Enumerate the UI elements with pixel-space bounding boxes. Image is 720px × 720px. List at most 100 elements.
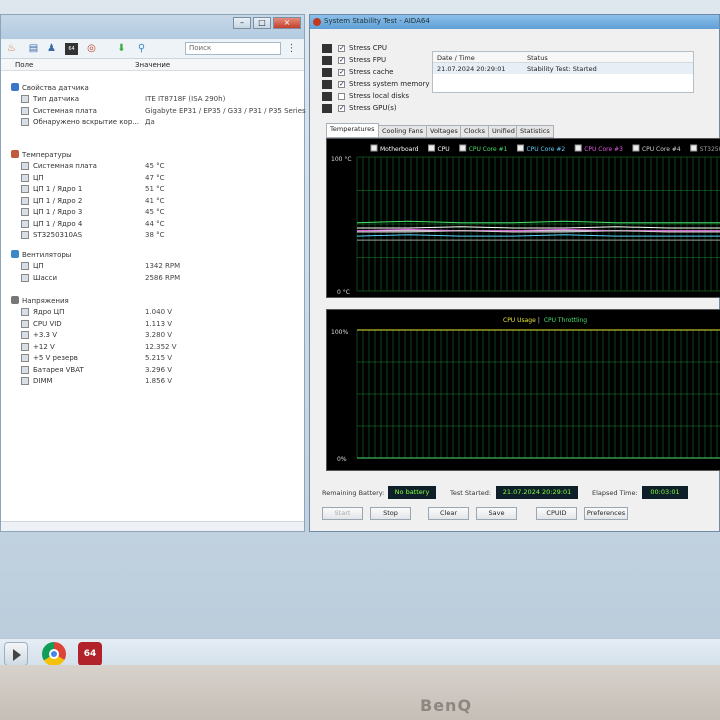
sensor-row[interactable]: ЦП 1 / Ядро 1 51 °C: [21, 184, 301, 195]
window-title: System Stability Test - AIDA64: [324, 17, 430, 25]
legend-checkbox[interactable]: [632, 144, 640, 152]
start-button[interactable]: Start: [322, 507, 363, 520]
sensor-icon: [21, 231, 29, 239]
stop-button[interactable]: Stop: [370, 507, 411, 520]
sensor-icon: [21, 95, 29, 103]
stress-option[interactable]: ✓ Stress GPU(s): [322, 103, 422, 115]
sensor-row[interactable]: +3.3 V 3.280 V: [21, 330, 301, 341]
search-icon[interactable]: ⚲: [135, 43, 148, 55]
report-icon[interactable]: ▤: [27, 43, 40, 55]
cpuid-button[interactable]: CPUID: [536, 507, 577, 520]
sensor-group[interactable]: Вентиляторы: [11, 250, 71, 259]
sensor-group[interactable]: Температуры: [11, 150, 72, 159]
refresh-icon[interactable]: ♨: [5, 43, 18, 55]
tab-voltages[interactable]: Voltages: [426, 125, 462, 138]
stress-checkbox[interactable]: ✓: [338, 69, 345, 76]
sensor-value: 5.215 V: [145, 354, 173, 362]
sensor-row[interactable]: ЦП 1 / Ядро 4 44 °C: [21, 219, 301, 230]
close-button[interactable]: ×: [273, 17, 301, 29]
value-column-header[interactable]: Значение: [135, 61, 170, 69]
stress-option[interactable]: ✓ Stress CPU: [322, 43, 422, 55]
user-icon[interactable]: ♟: [45, 43, 58, 55]
stress-checkbox[interactable]: [338, 93, 345, 100]
status-text: Stability Test: Started: [527, 65, 597, 73]
sensor-row[interactable]: ЦП 47 °C: [21, 173, 301, 184]
sensor-row[interactable]: CPU VID 1.113 V: [21, 319, 301, 330]
stress-option[interactable]: ✓ Stress cache: [322, 67, 422, 79]
benchmark-icon[interactable]: 64: [65, 43, 78, 55]
temperature-chart-svg: Motherboard CPU CPU Core #1 CPU Core #2 CPU …: [331, 144, 720, 296]
legend-checkbox[interactable]: [370, 144, 378, 152]
tab-temperatures[interactable]: Temperatures: [326, 123, 379, 138]
stress-label: Stress GPU(s): [349, 104, 397, 112]
legend-checkbox[interactable]: [574, 144, 582, 152]
sensor-icon: [21, 319, 29, 328]
play-icon[interactable]: [4, 642, 28, 666]
sensor-row[interactable]: Системная плата 45 °C: [21, 161, 301, 172]
legend-checkbox[interactable]: [459, 144, 467, 152]
maximize-button[interactable]: □: [253, 17, 271, 29]
sensor-icon: [21, 262, 29, 270]
search-input[interactable]: Поиск: [185, 42, 281, 55]
stress-checkbox[interactable]: ✓: [338, 105, 345, 112]
hardware-icon: [322, 56, 332, 65]
monitor-brand-logo: BenQ: [420, 696, 473, 715]
minimize-button[interactable]: –: [233, 17, 251, 29]
tab-statistics[interactable]: Statistics: [516, 125, 554, 138]
tab-cooling-fans[interactable]: Cooling Fans: [378, 125, 428, 138]
sensor-row[interactable]: ЦП 1342 RPM: [21, 261, 301, 272]
save-button[interactable]: Save: [476, 507, 517, 520]
sensor-row[interactable]: +5 V резерв 5.215 V: [21, 353, 301, 364]
chrome-icon[interactable]: [42, 642, 66, 666]
cpu-usage-chart: CPU Usage | CPU Throttling 100% 0%: [326, 309, 720, 471]
stress-checkbox[interactable]: ✓: [338, 57, 345, 64]
legend-item: CPU Core #1: [469, 146, 508, 153]
tab-clocks[interactable]: Clocks: [460, 125, 490, 138]
sensor-value: 1342 RPM: [145, 262, 181, 270]
sensor-row[interactable]: +12 V 12.352 V: [21, 342, 301, 353]
stress-checkbox[interactable]: ✓: [338, 81, 345, 88]
download-icon[interactable]: ⬇: [115, 43, 128, 55]
sensor-row[interactable]: ST3250310AS 38 °C: [21, 230, 301, 241]
sensor-row[interactable]: Шасси 2586 RPM: [21, 273, 301, 284]
legend-item: CPU Core #4: [642, 146, 681, 153]
sensor-row[interactable]: ЦП 1 / Ядро 3 45 °C: [21, 207, 301, 218]
stress-option[interactable]: ✓ Stress FPU: [322, 55, 422, 67]
legend-checkbox[interactable]: [516, 144, 524, 152]
sensor-row[interactable]: Обнаружено вскрытие кор... Да: [21, 117, 301, 128]
app-icon: [313, 18, 321, 26]
sensor-row[interactable]: Ядро ЦП 1.040 V: [21, 307, 301, 318]
preferences-button[interactable]: Preferences: [584, 507, 628, 520]
sensor-row[interactable]: ЦП 1 / Ядро 2 41 °C: [21, 196, 301, 207]
legend-checkbox[interactable]: [690, 144, 698, 152]
status-header: Status: [527, 54, 548, 62]
sensor-row[interactable]: Батарея VBAT 3.296 V: [21, 365, 301, 376]
tab-unified[interactable]: Unified: [488, 125, 519, 138]
taskbar: 64: [0, 638, 720, 668]
datetime-header: Date / Time: [437, 54, 475, 62]
menu-icon[interactable]: ⋮: [285, 43, 298, 55]
field-column-header[interactable]: Поле: [15, 61, 33, 69]
sensor-row[interactable]: Тип датчика ITE IT8718F (ISA 290h): [21, 94, 301, 105]
sensor-value: 12.352 V: [145, 342, 177, 351]
stress-checkbox[interactable]: ✓: [338, 45, 345, 52]
status-table-row[interactable]: 21.07.2024 20:29:01 Stability Test: Star…: [433, 63, 693, 74]
sensor-label: Шасси: [33, 273, 58, 282]
sensor-group[interactable]: Напряжения: [11, 296, 69, 305]
stress-option[interactable]: Stress local disks: [322, 91, 422, 103]
stress-option[interactable]: ✓ Stress system memory: [322, 79, 430, 91]
sensor-value: 44 °C: [145, 219, 165, 228]
sensor-row[interactable]: Системная плата Gigabyte EP31 / EP35 / G3…: [21, 106, 306, 117]
sensor-tree: Свойства датчика Тип датчика ITE IT8718F (…: [11, 83, 306, 521]
battery-value: No battery: [388, 486, 436, 499]
aida64-taskbar-icon[interactable]: 64: [78, 642, 102, 666]
status-datetime: 21.07.2024 20:29:01: [437, 65, 506, 73]
clear-button[interactable]: Clear: [428, 507, 469, 520]
sensor-group[interactable]: Свойства датчика: [11, 83, 89, 92]
sensor-row[interactable]: DIMM 1.856 V: [21, 376, 301, 387]
hardware-icon: [322, 44, 332, 53]
legend-checkbox[interactable]: [428, 144, 435, 152]
sensor-value: 38 °C: [145, 231, 165, 239]
group-icon: [11, 83, 19, 91]
stability-icon[interactable]: ◎: [85, 43, 98, 55]
